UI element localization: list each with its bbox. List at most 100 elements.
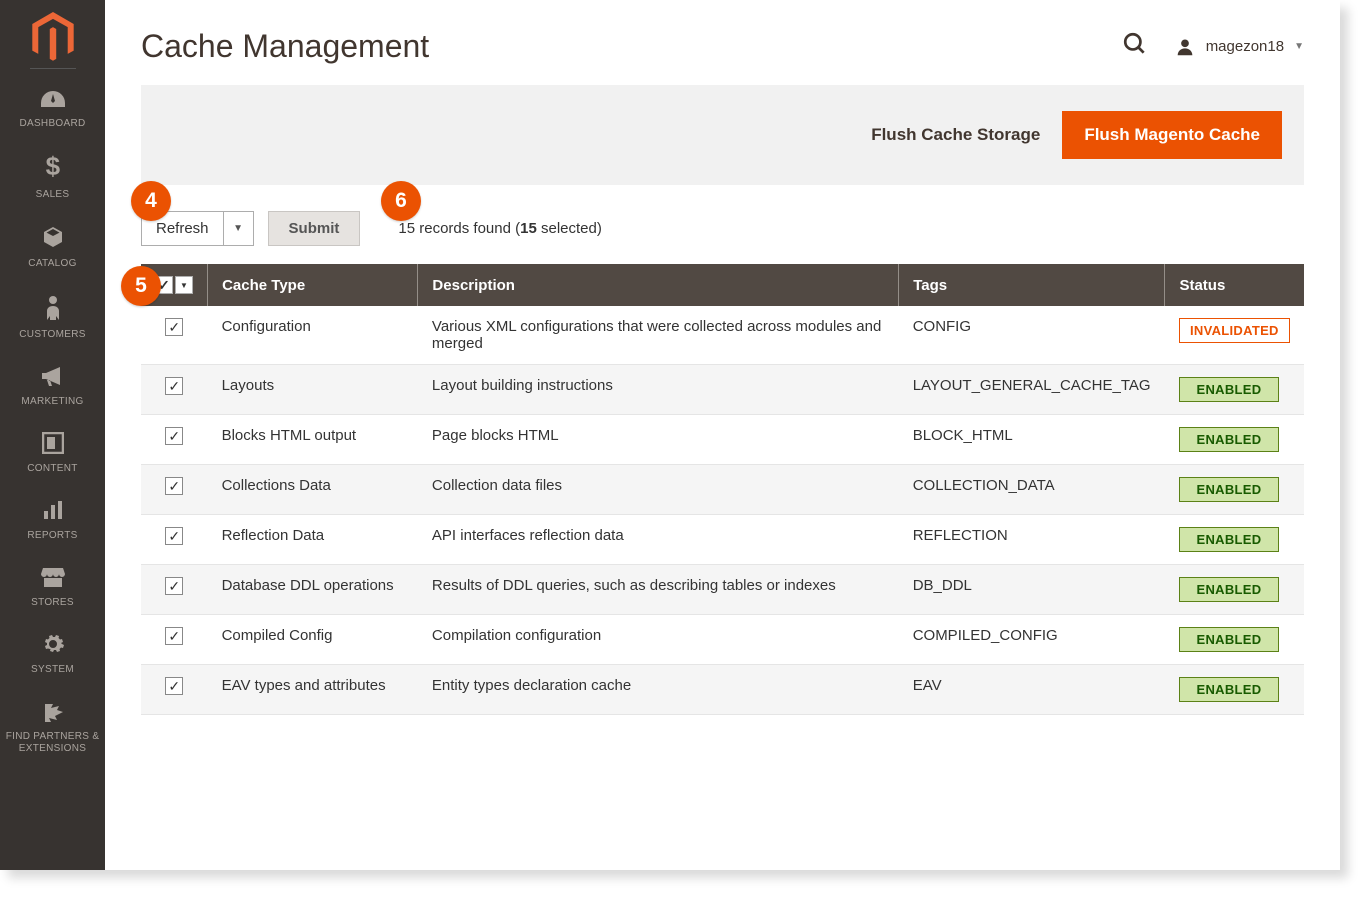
- sidebar-item-customers[interactable]: CUSTOMERS: [0, 282, 105, 353]
- cell-status: INVALIDATED: [1165, 306, 1304, 365]
- cell-description: API interfaces reflection data: [418, 515, 899, 565]
- chevron-down-icon: ▼: [223, 212, 253, 245]
- caret-down-icon: ▼: [1294, 41, 1304, 52]
- cache-table: ✓ ▼ Cache Type Description Tags Status ✓…: [141, 264, 1304, 715]
- table-row[interactable]: ✓Collections DataCollection data filesCO…: [141, 465, 1304, 515]
- page-title: Cache Management: [141, 28, 429, 65]
- cell-description: Page blocks HTML: [418, 415, 899, 465]
- sidebar-item-label: SALES: [4, 189, 101, 201]
- sidebar-item-sales[interactable]: $ SALES: [0, 142, 105, 213]
- cell-cache-type: Database DDL operations: [208, 565, 418, 615]
- sidebar-item-label: CUSTOMERS: [4, 329, 101, 341]
- row-checkbox[interactable]: ✓: [165, 377, 183, 395]
- row-checkbox[interactable]: ✓: [165, 527, 183, 545]
- table-row[interactable]: ✓Blocks HTML outputPage blocks HTMLBLOCK…: [141, 415, 1304, 465]
- sidebar-item-label: FIND PARTNERS & EXTENSIONS: [4, 731, 101, 755]
- row-checkbox[interactable]: ✓: [165, 427, 183, 445]
- sidebar-item-partners[interactable]: FIND PARTNERS & EXTENSIONS: [0, 688, 105, 767]
- cell-description: Entity types declaration cache: [418, 665, 899, 715]
- cell-status: ENABLED: [1165, 615, 1304, 665]
- header-description[interactable]: Description: [418, 264, 899, 306]
- user-menu[interactable]: magezon18 ▼: [1174, 36, 1304, 58]
- row-checkbox[interactable]: ✓: [165, 677, 183, 695]
- system-icon: [4, 633, 101, 658]
- table-row[interactable]: ✓ Database DDL operationsResults of DDL q…: [141, 565, 1304, 615]
- header-status[interactable]: Status: [1165, 264, 1304, 306]
- main-content: Cache Management magezon18 ▼ Flush Cache…: [105, 0, 1340, 870]
- sidebar-item-label: CATALOG: [4, 258, 101, 270]
- status-badge: ENABLED: [1179, 677, 1279, 702]
- cell-cache-type: Reflection Data: [208, 515, 418, 565]
- cell-description: Collection data files: [418, 465, 899, 515]
- sidebar-item-dashboard[interactable]: DASHBOARD: [0, 77, 105, 142]
- cell-status: ENABLED: [1165, 565, 1304, 615]
- status-badge: ENABLED: [1179, 627, 1279, 652]
- cell-cache-type: Configuration: [208, 306, 418, 365]
- sidebar-item-catalog[interactable]: CATALOG: [0, 213, 105, 282]
- table-row[interactable]: ✓ConfigurationVarious XML configurations…: [141, 306, 1304, 365]
- magento-logo-icon[interactable]: [30, 12, 76, 58]
- page-header: Cache Management magezon18 ▼: [141, 0, 1304, 85]
- annotation-badge-4: 4: [131, 181, 171, 221]
- sidebar-item-stores[interactable]: STORES: [0, 554, 105, 621]
- marketing-icon: [4, 365, 101, 390]
- search-icon[interactable]: [1122, 31, 1148, 62]
- flush-magento-cache-button[interactable]: Flush Magento Cache: [1062, 111, 1282, 159]
- partners-icon: [4, 700, 101, 725]
- cell-cache-type: EAV types and attributes: [208, 665, 418, 715]
- row-checkbox[interactable]: ✓: [165, 477, 183, 495]
- status-badge: ENABLED: [1179, 527, 1279, 552]
- annotation-badge-5: 5: [121, 266, 161, 306]
- cell-description: Results of DDL queries, such as describi…: [418, 565, 899, 615]
- sidebar: DASHBOARD $ SALES CATALOG CUSTOMERS MARKETING…: [0, 0, 105, 870]
- sidebar-item-label: REPORTS: [4, 530, 101, 542]
- table-row[interactable]: ✓ Reflection DataAPI interfaces reflectio…: [141, 515, 1304, 565]
- reports-icon: [4, 499, 101, 524]
- cell-description: Compilation configuration: [418, 615, 899, 665]
- submit-button[interactable]: Submit: [268, 211, 361, 246]
- cell-tags: DB_DDL: [899, 565, 1165, 615]
- sidebar-item-system[interactable]: SYSTEM: [0, 621, 105, 688]
- cell-status: ENABLED: [1165, 365, 1304, 415]
- cell-tags: BLOCK_HTML: [899, 415, 1165, 465]
- cell-tags: REFLECTION: [899, 515, 1165, 565]
- status-badge: ENABLED: [1179, 377, 1279, 402]
- table-row[interactable]: ✓ LayoutsLayout building instructionsLAYO…: [141, 365, 1304, 415]
- toolbar: 4 6 Refresh ▼ Submit 15 records found (1…: [141, 211, 1304, 246]
- flush-cache-storage-button[interactable]: Flush Cache Storage: [871, 125, 1040, 145]
- cell-cache-type: Layouts: [208, 365, 418, 415]
- header-cache-type[interactable]: Cache Type: [208, 264, 418, 306]
- catalog-icon: [4, 225, 101, 252]
- dashboard-icon: [4, 89, 101, 112]
- cell-status: ENABLED: [1165, 415, 1304, 465]
- row-checkbox[interactable]: ✓: [165, 627, 183, 645]
- sidebar-item-reports[interactable]: REPORTS: [0, 487, 105, 554]
- sidebar-item-label: CONTENT: [4, 463, 101, 475]
- cell-status: ENABLED: [1165, 515, 1304, 565]
- cell-description: Layout building instructions: [418, 365, 899, 415]
- content-icon: [4, 432, 101, 457]
- annotation-badge-6: 6: [381, 181, 421, 221]
- row-checkbox[interactable]: ✓: [165, 577, 183, 595]
- select-all-dropdown[interactable]: ▼: [175, 276, 193, 294]
- sales-icon: $: [4, 154, 101, 183]
- header-tags[interactable]: Tags: [899, 264, 1165, 306]
- row-checkbox[interactable]: ✓: [165, 318, 183, 336]
- sidebar-item-marketing[interactable]: MARKETING: [0, 353, 105, 420]
- sidebar-item-label: DASHBOARD: [4, 118, 101, 130]
- stores-icon: [4, 566, 101, 591]
- status-badge: INVALIDATED: [1179, 318, 1290, 343]
- cell-cache-type: Compiled Config: [208, 615, 418, 665]
- table-row[interactable]: ✓ Compiled ConfigCompilation configuratio…: [141, 615, 1304, 665]
- sidebar-item-label: SYSTEM: [4, 664, 101, 676]
- action-bar: Flush Cache Storage Flush Magento Cache: [141, 85, 1304, 185]
- cell-status: ENABLED: [1165, 465, 1304, 515]
- cell-tags: LAYOUT_GENERAL_CACHE_TAG: [899, 365, 1165, 415]
- user-icon: [1174, 36, 1196, 58]
- cell-cache-type: Collections Data: [208, 465, 418, 515]
- sidebar-item-label: STORES: [4, 597, 101, 609]
- customers-icon: [4, 294, 101, 323]
- sidebar-item-content[interactable]: CONTENT: [0, 420, 105, 487]
- table-row[interactable]: ✓ EAV types and attributesEntity types de…: [141, 665, 1304, 715]
- cell-tags: CONFIG: [899, 306, 1165, 365]
